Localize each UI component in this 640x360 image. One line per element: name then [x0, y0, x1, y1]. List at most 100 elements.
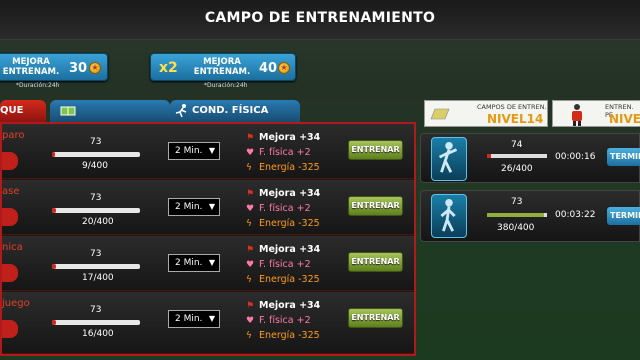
runner-icon: [175, 104, 187, 118]
training-progress: 20/400: [82, 217, 114, 227]
boost-training-x2-40[interactable]: x2 MEJORA ENTRENAM. 40 ★: [150, 53, 296, 81]
page-title: CAMPO DE ENTRENAMIENTO: [204, 10, 436, 26]
training-progress: 9/400: [82, 161, 108, 171]
duration-select[interactable]: 2 Min. ▼: [168, 310, 220, 328]
boost-label-line2: ENTRENAM.: [2, 67, 60, 77]
finish-button[interactable]: TERMINAR: [607, 207, 640, 225]
trainer-card[interactable]: ENTREN. PE NIVE: [552, 100, 640, 127]
boost-label-line1: MEJORA: [203, 57, 241, 67]
training-row: ase 73 20/400 2 Min. ▼ ⚑ Mejora +34 ♥ F. fí…: [2, 180, 414, 235]
active-level: 74: [511, 140, 523, 150]
effect-text: Energía -325: [259, 218, 320, 229]
training-row: nica 73 17/400 2 Min. ▼ ⚑ Mejora +34 ♥ F. f…: [2, 236, 414, 291]
active-progress: 26/400: [501, 164, 533, 174]
tab-ataque[interactable]: QUE: [0, 100, 46, 122]
lightning-icon: ϟ: [246, 275, 252, 285]
effect-mejora: ⚑ Mejora +34: [246, 132, 320, 143]
heart-icon: ♥: [246, 260, 255, 270]
training-progress: 17/400: [82, 273, 114, 283]
training-progress-bar: [52, 152, 140, 157]
countdown-timer: 00:03:22: [555, 210, 596, 220]
card-value: NIVEL14: [487, 112, 544, 126]
effect-energia: ϟ Energía -325: [246, 218, 320, 229]
effect-text: Energía -325: [259, 330, 320, 341]
boost-label-line1: MEJORA: [12, 57, 50, 67]
top-header: CAMPO DE ENTRENAMIENTO: [0, 0, 640, 40]
coin-icon: ★: [89, 62, 101, 74]
training-progress-bar: [52, 320, 140, 325]
effect-mejora: ⚑ Mejora +34: [246, 300, 320, 311]
boost-label-line2: ENTRENAM.: [193, 67, 251, 77]
progress-fill: [52, 320, 56, 325]
progress-fill: [487, 213, 544, 217]
duration-select[interactable]: 2 Min. ▼: [168, 254, 220, 272]
boost-duration: *Duración:24h: [204, 82, 248, 89]
chevron-down-icon: ▼: [208, 146, 215, 155]
progress-fill: [52, 152, 55, 157]
player-avatar: [431, 194, 467, 238]
training-level: 73: [90, 193, 102, 203]
tab-label: QUE: [0, 105, 24, 116]
train-button[interactable]: ENTRENAR: [348, 252, 403, 272]
training-icon: [2, 320, 18, 338]
training-fields-card[interactable]: CAMPOS DE ENTREN. NIVEL14: [424, 100, 548, 127]
lightning-icon: ϟ: [246, 331, 252, 341]
finish-button[interactable]: TERMINAR: [607, 148, 640, 166]
card-title: CAMPOS DE ENTREN.: [477, 103, 547, 111]
boot-icon: ⚑: [246, 133, 255, 143]
effect-energia: ϟ Energía -325: [246, 330, 320, 341]
chevron-down-icon: ▼: [208, 202, 215, 211]
boost-training-30[interactable]: MEJORA ENTRENAM. 30 ★: [0, 53, 108, 81]
tab-cond-fisica[interactable]: COND. FÍSICA: [170, 100, 300, 122]
heart-icon: ♥: [246, 148, 255, 158]
coin-icon: ★: [278, 62, 290, 74]
field-icon: [430, 108, 450, 120]
progress-fill: [52, 208, 57, 213]
player-icon: [440, 199, 456, 232]
effect-text: F. física +2: [259, 259, 311, 270]
progress-fill: [487, 154, 491, 158]
train-button[interactable]: ENTRENAR: [348, 140, 403, 160]
effect-text: Mejora +34: [259, 300, 321, 311]
duration-select[interactable]: 2 Min. ▼: [168, 142, 220, 160]
training-progress-bar: [52, 264, 140, 269]
card-value: NIVE: [609, 112, 640, 126]
active-level: 73: [511, 197, 523, 207]
training-name: juego: [2, 298, 30, 309]
train-button[interactable]: ENTRENAR: [348, 308, 403, 328]
duration-select[interactable]: 2 Min. ▼: [168, 198, 220, 216]
boot-icon: ⚑: [246, 301, 255, 311]
lightning-icon: ϟ: [246, 219, 252, 229]
effect-mejora: ⚑ Mejora +34: [246, 244, 320, 255]
effect-text: F. física +2: [259, 315, 311, 326]
training-row: juego 73 16/400 2 Min. ▼ ⚑ Mejora +34 ♥ F. …: [2, 292, 414, 354]
chevron-down-icon: ▼: [208, 258, 215, 267]
effect-energia: ϟ Energía -325: [246, 274, 320, 285]
training-progress: 16/400: [82, 329, 114, 339]
active-training-1: 74 26/400 00:00:16 TERMINAR: [420, 133, 640, 183]
training-row: paro 73 9/400 2 Min. ▼ ⚑ Mejora +34 ♥ F. fí…: [2, 124, 414, 179]
boost-value: 40: [259, 61, 278, 76]
active-progress: 380/400: [497, 223, 535, 233]
training-level: 73: [90, 305, 102, 315]
chevron-down-icon: ▼: [208, 314, 215, 323]
tab-tactics[interactable]: [50, 100, 170, 122]
training-list: paro 73 9/400 2 Min. ▼ ⚑ Mejora +34 ♥ F. fí…: [0, 122, 416, 356]
player-icon: [438, 142, 458, 173]
effect-fisica: ♥ F. física +2: [246, 203, 311, 214]
effect-text: F. física +2: [259, 203, 311, 214]
field-icon: [60, 106, 76, 116]
boost-label: MEJORA ENTRENAM.: [1, 57, 61, 77]
trainer-icon: [572, 104, 582, 126]
training-progress-bar: [52, 208, 140, 213]
training-icon: [2, 264, 18, 282]
effect-text: Mejora +34: [259, 132, 321, 143]
heart-icon: ♥: [246, 316, 255, 326]
effect-text: Energía -325: [259, 274, 320, 285]
multiplier-badge: x2: [159, 60, 178, 76]
effect-energia: ϟ Energía -325: [246, 162, 320, 173]
duration-value: 2 Min.: [175, 146, 203, 156]
training-icon: [2, 152, 18, 170]
training-icon: [2, 208, 18, 226]
train-button[interactable]: ENTRENAR: [348, 196, 403, 216]
